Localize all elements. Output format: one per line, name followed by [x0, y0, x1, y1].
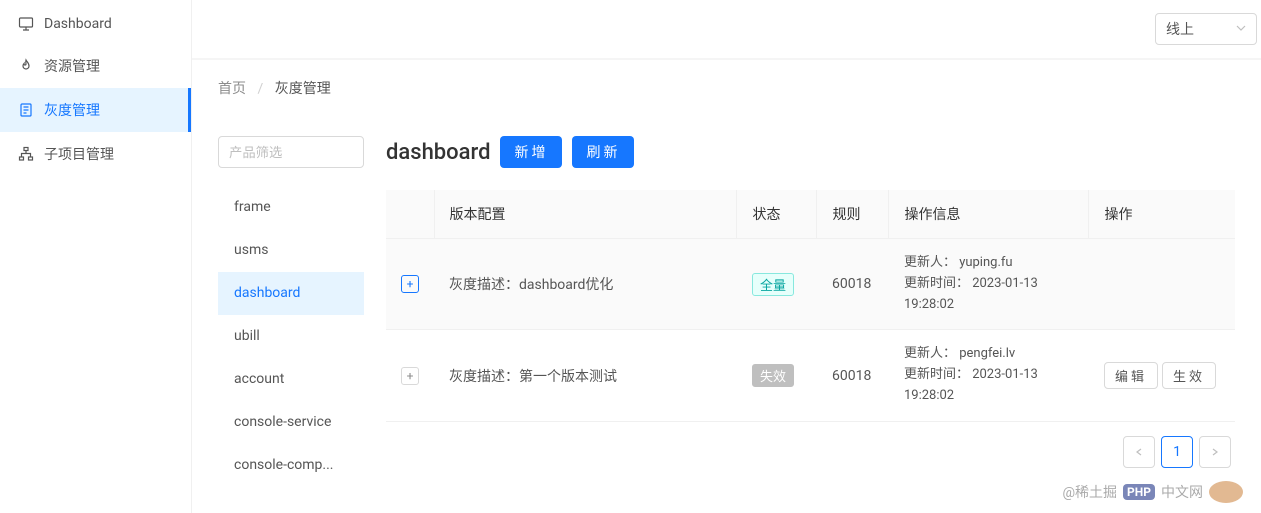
sidebar-item-label: 子项目管理: [44, 144, 114, 164]
sidebar-item-0[interactable]: Dashboard: [0, 4, 191, 44]
add-button[interactable]: 新增: [500, 136, 562, 168]
right-pane: dashboard 新增 刷新 版本配置 状态 规则 操作信息 操作: [386, 136, 1235, 501]
product-item-5[interactable]: console-service: [218, 401, 364, 444]
breadcrumb: 首页 / 灰度管理: [192, 60, 1261, 116]
pagination: 1: [386, 422, 1235, 468]
product-item-6[interactable]: console-comp...: [218, 444, 364, 487]
env-select[interactable]: 线上: [1155, 13, 1257, 45]
breadcrumb-home[interactable]: 首页: [218, 81, 246, 97]
product-item-4[interactable]: account: [218, 358, 364, 401]
page-number[interactable]: 1: [1161, 436, 1193, 468]
product-filter-input[interactable]: [218, 136, 364, 168]
cell-rule: 60018: [817, 330, 889, 421]
sidebar: Dashboard 资源管理灰度管理子项目管理: [0, 0, 192, 513]
col-config: 版本配置: [434, 190, 737, 239]
env-select-value: 线上: [1166, 19, 1194, 39]
product-list: frameusmsdashboardubillaccountconsole-se…: [218, 186, 364, 487]
status-badge: 失效: [752, 364, 794, 387]
col-opinfo: 操作信息: [889, 190, 1089, 239]
sidebar-item-1[interactable]: 资源管理: [0, 44, 191, 88]
chevron-right-icon: [1211, 448, 1219, 456]
sidebar-item-2[interactable]: 灰度管理: [0, 88, 191, 132]
cell-config: 灰度描述：第一个版本测试: [434, 330, 737, 421]
product-item-1[interactable]: usms: [218, 229, 364, 272]
col-rule: 规则: [817, 190, 889, 239]
product-item-2[interactable]: dashboard: [218, 272, 364, 315]
cell-rule: 60018: [817, 239, 889, 330]
main-area: 线上 首页 / 灰度管理 frameusmsdashboardubillacco…: [192, 0, 1261, 513]
scroll-icon: [18, 102, 34, 118]
breadcrumb-separator: /: [257, 81, 263, 97]
sidebar-item-label: 灰度管理: [44, 100, 100, 120]
col-actions: 操作: [1089, 190, 1235, 239]
sidebar-item-label: 资源管理: [44, 56, 100, 76]
edit-button[interactable]: 编辑: [1104, 362, 1158, 389]
sidebar-item-label: Dashboard: [44, 16, 112, 32]
topbar: 线上: [192, 0, 1261, 58]
page-title: dashboard: [386, 140, 490, 165]
cell-opinfo: 更新人： yuping.fu更新时间： 2023-01-13 19:28:02: [889, 239, 1089, 330]
collapse-icon[interactable]: +: [401, 275, 419, 293]
cell-config: 灰度描述：dashboard优化: [434, 239, 737, 330]
expand-icon[interactable]: +: [401, 367, 419, 385]
activate-button[interactable]: 生效: [1162, 362, 1216, 389]
col-expand: [386, 190, 434, 239]
refresh-button[interactable]: 刷新: [572, 136, 634, 168]
product-column: frameusmsdashboardubillaccountconsole-se…: [218, 136, 364, 501]
cell-actions: 编辑生效: [1089, 330, 1235, 421]
chevron-left-icon: [1135, 448, 1143, 456]
cell-opinfo: 更新人： pengfei.lv更新时间： 2023-01-13 19:28:02: [889, 330, 1089, 421]
col-status: 状态: [737, 190, 817, 239]
version-table: 版本配置 状态 规则 操作信息 操作 + 灰度描述：dashboard优化全量 60…: [386, 190, 1235, 422]
monitor-icon: [18, 16, 34, 32]
title-row: dashboard 新增 刷新: [386, 136, 1235, 168]
product-item-0[interactable]: frame: [218, 186, 364, 229]
product-item-3[interactable]: ubill: [218, 315, 364, 358]
page-next[interactable]: [1199, 436, 1231, 468]
chevron-down-icon: [1236, 21, 1246, 37]
sitemap-icon: [18, 146, 34, 162]
sidebar-item-3[interactable]: 子项目管理: [0, 132, 191, 176]
table-row: + 灰度描述：第一个版本测试失效 60018更新人： pengfei.lv更新时间：…: [386, 330, 1235, 421]
breadcrumb-current: 灰度管理: [275, 81, 331, 97]
table-row: + 灰度描述：dashboard优化全量 60018更新人： yuping.fu更新…: [386, 239, 1235, 330]
cell-actions: [1089, 239, 1235, 330]
page-prev[interactable]: [1123, 436, 1155, 468]
status-badge: 全量: [752, 273, 794, 296]
fire-icon: [18, 58, 34, 74]
